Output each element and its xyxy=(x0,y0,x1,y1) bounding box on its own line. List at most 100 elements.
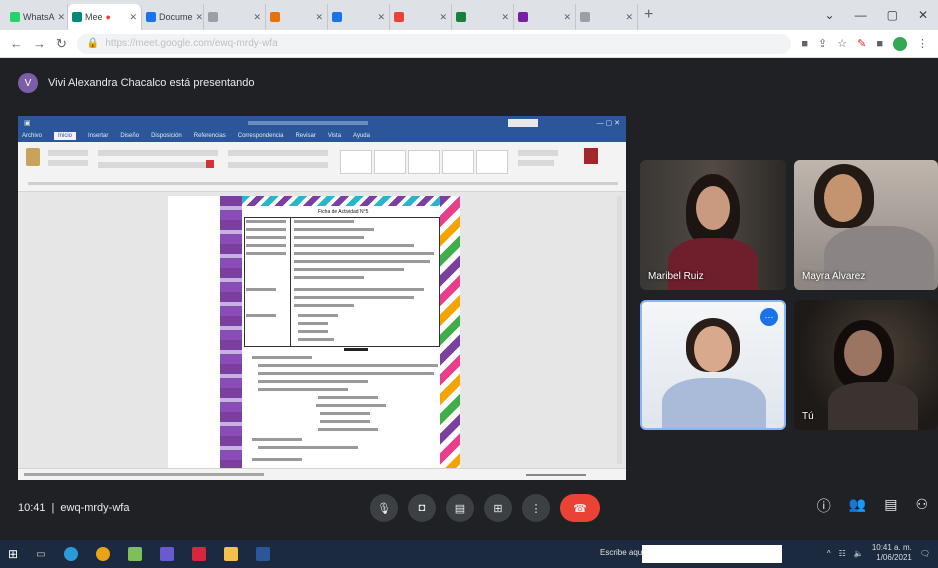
call-controls: 🎙 ◘ ▤ ⊞ ⋮ ☎ xyxy=(370,494,600,522)
taskbar-search-input[interactable] xyxy=(642,545,782,563)
style-option[interactable] xyxy=(340,150,372,174)
acrobat-icon[interactable] xyxy=(191,547,206,561)
pen-extension-icon[interactable]: ✎ xyxy=(857,37,866,50)
close-icon[interactable]: ✕ xyxy=(253,12,261,23)
browser-tab[interactable]: ✕ xyxy=(204,4,266,30)
word-icon[interactable] xyxy=(255,547,270,561)
word-menu-item[interactable]: Disposición xyxy=(151,133,182,139)
separator: | xyxy=(51,502,55,514)
camera-button[interactable]: ◘ xyxy=(408,494,436,522)
notifications-icon[interactable]: 🗨 xyxy=(920,549,930,558)
word-menu-item[interactable]: Vista xyxy=(328,133,341,139)
word-title-bar: ▣ — ▢ ✕ xyxy=(18,116,626,130)
word-menu-item[interactable]: Diseño xyxy=(120,133,139,139)
close-icon[interactable]: ✕ xyxy=(129,12,137,23)
close-window-icon[interactable]: ✕ xyxy=(918,8,928,22)
browser-tab[interactable]: Docume ✕ xyxy=(142,4,204,30)
info-icon[interactable]: ⓘ xyxy=(817,496,831,516)
word-menu-item[interactable]: Correspondencia xyxy=(238,133,284,139)
more-options-button[interactable]: ⋮ xyxy=(522,494,550,522)
forward-icon[interactable]: → xyxy=(33,36,46,51)
leave-call-button[interactable]: ☎ xyxy=(560,494,600,522)
style-option[interactable] xyxy=(442,150,474,174)
status-text xyxy=(24,473,264,476)
profile-avatar[interactable] xyxy=(893,36,907,51)
tray-chevron-icon[interactable]: ^ xyxy=(827,549,831,558)
reload-icon[interactable]: ↻ xyxy=(56,36,67,52)
windows-taskbar: ⊞ ▭ Escribe aquí ^ ☷ 🔈 10:41 a. m. 1/06/… xyxy=(0,540,938,568)
browser-tab[interactable]: ✕ xyxy=(452,4,514,30)
browser-tab[interactable]: ✕ xyxy=(390,4,452,30)
browser-tab[interactable]: WhatsA ✕ xyxy=(6,4,68,30)
word-menu-item[interactable]: Ayuda xyxy=(353,133,370,139)
more-menu-icon[interactable]: ⋮ xyxy=(917,37,928,50)
chrome-icon[interactable] xyxy=(95,547,110,561)
recording-dot-icon: ● xyxy=(105,12,111,22)
participant-tile-active[interactable]: ⋯ xyxy=(640,300,786,430)
close-icon[interactable]: ✕ xyxy=(196,12,203,23)
close-icon[interactable]: ✕ xyxy=(439,12,447,23)
chat-icon[interactable]: ▤ xyxy=(884,496,897,516)
maximize-icon[interactable]: ▢ xyxy=(887,8,898,22)
url-input[interactable]: 🔒 https://meet.google.com/ewq-mrdy-wfa xyxy=(76,33,792,54)
camera-icon[interactable]: ■ xyxy=(801,38,808,50)
zoom-slider[interactable] xyxy=(526,473,586,476)
close-icon[interactable]: ✕ xyxy=(377,12,385,23)
word-menu-item[interactable]: Insertar xyxy=(88,133,108,139)
more-options-icon[interactable]: ⋯ xyxy=(760,308,778,326)
table-line xyxy=(246,288,276,291)
file-explorer-icon[interactable] xyxy=(223,547,238,561)
extension-icon[interactable]: ■ xyxy=(876,38,883,50)
captions-button[interactable]: ▤ xyxy=(446,494,474,522)
browser-tab[interactable]: ✕ xyxy=(328,4,390,30)
table-line xyxy=(246,228,286,231)
document-scrollbar[interactable] xyxy=(617,196,622,464)
volume-icon[interactable]: 🔈 xyxy=(854,549,864,558)
participant-tile[interactable]: Mayra Alvarez xyxy=(794,160,938,290)
edge-icon[interactable] xyxy=(63,547,78,561)
close-icon[interactable]: ✕ xyxy=(58,12,66,23)
style-option[interactable] xyxy=(374,150,406,174)
back-icon[interactable]: ← xyxy=(10,36,23,51)
photos-icon[interactable] xyxy=(127,547,142,561)
close-icon[interactable]: ✕ xyxy=(315,12,323,23)
browser-tab-active[interactable]: Mee ● ✕ xyxy=(68,4,142,30)
ribbon-control xyxy=(98,162,208,168)
new-tab-button[interactable]: + xyxy=(644,6,653,30)
browser-tab[interactable]: ✕ xyxy=(266,4,328,30)
network-icon[interactable]: ☷ xyxy=(839,549,846,558)
chevron-down-icon[interactable]: ⌄ xyxy=(825,8,835,22)
participant-tile[interactable]: Maribel Ruiz xyxy=(640,160,786,290)
camera-icon: ◘ xyxy=(418,502,426,514)
word-menu-item[interactable]: Archivo xyxy=(22,133,42,139)
microphone-button[interactable]: 🎙 xyxy=(370,494,398,522)
close-icon[interactable]: ✕ xyxy=(563,12,571,23)
participant-tile-self[interactable]: Tú xyxy=(794,300,938,430)
meeting-time: 10:41 xyxy=(18,502,46,514)
clock[interactable]: 10:41 a. m. 1/06/2021 xyxy=(872,543,912,563)
style-option[interactable] xyxy=(476,150,508,174)
participant-face xyxy=(844,330,882,376)
share-icon[interactable]: ⇪ xyxy=(818,37,827,50)
text-line xyxy=(252,438,302,441)
task-view-icon[interactable]: ▭ xyxy=(36,549,45,560)
word-menu-item[interactable]: Revisar xyxy=(295,133,315,139)
app-icon[interactable] xyxy=(159,547,174,561)
people-icon[interactable]: 👥 xyxy=(849,496,866,516)
browser-tab-bar: WhatsA ✕ Mee ● ✕ Docume ✕ ✕ ✕ ✕ ✕ ✕ ✕ ✕ + xyxy=(0,0,938,30)
close-icon[interactable]: ✕ xyxy=(625,12,633,23)
browser-tab[interactable]: ✕ xyxy=(576,4,638,30)
word-menu-item[interactable]: Referencias xyxy=(194,133,226,139)
table-line xyxy=(246,252,286,255)
activities-icon[interactable]: ⚇ xyxy=(915,496,928,516)
minimize-icon[interactable]: — xyxy=(855,8,867,22)
style-option[interactable] xyxy=(408,150,440,174)
browser-tab[interactable]: ✕ xyxy=(514,4,576,30)
star-icon[interactable]: ☆ xyxy=(837,37,847,50)
present-button[interactable]: ⊞ xyxy=(484,494,512,522)
windows-start-icon[interactable]: ⊞ xyxy=(8,547,18,561)
word-window-title xyxy=(248,121,368,125)
close-icon[interactable]: ✕ xyxy=(501,12,509,23)
address-bar: ← → ↻ 🔒 https://meet.google.com/ewq-mrdy… xyxy=(0,30,938,58)
word-menu-item[interactable]: Inicio xyxy=(54,132,77,140)
